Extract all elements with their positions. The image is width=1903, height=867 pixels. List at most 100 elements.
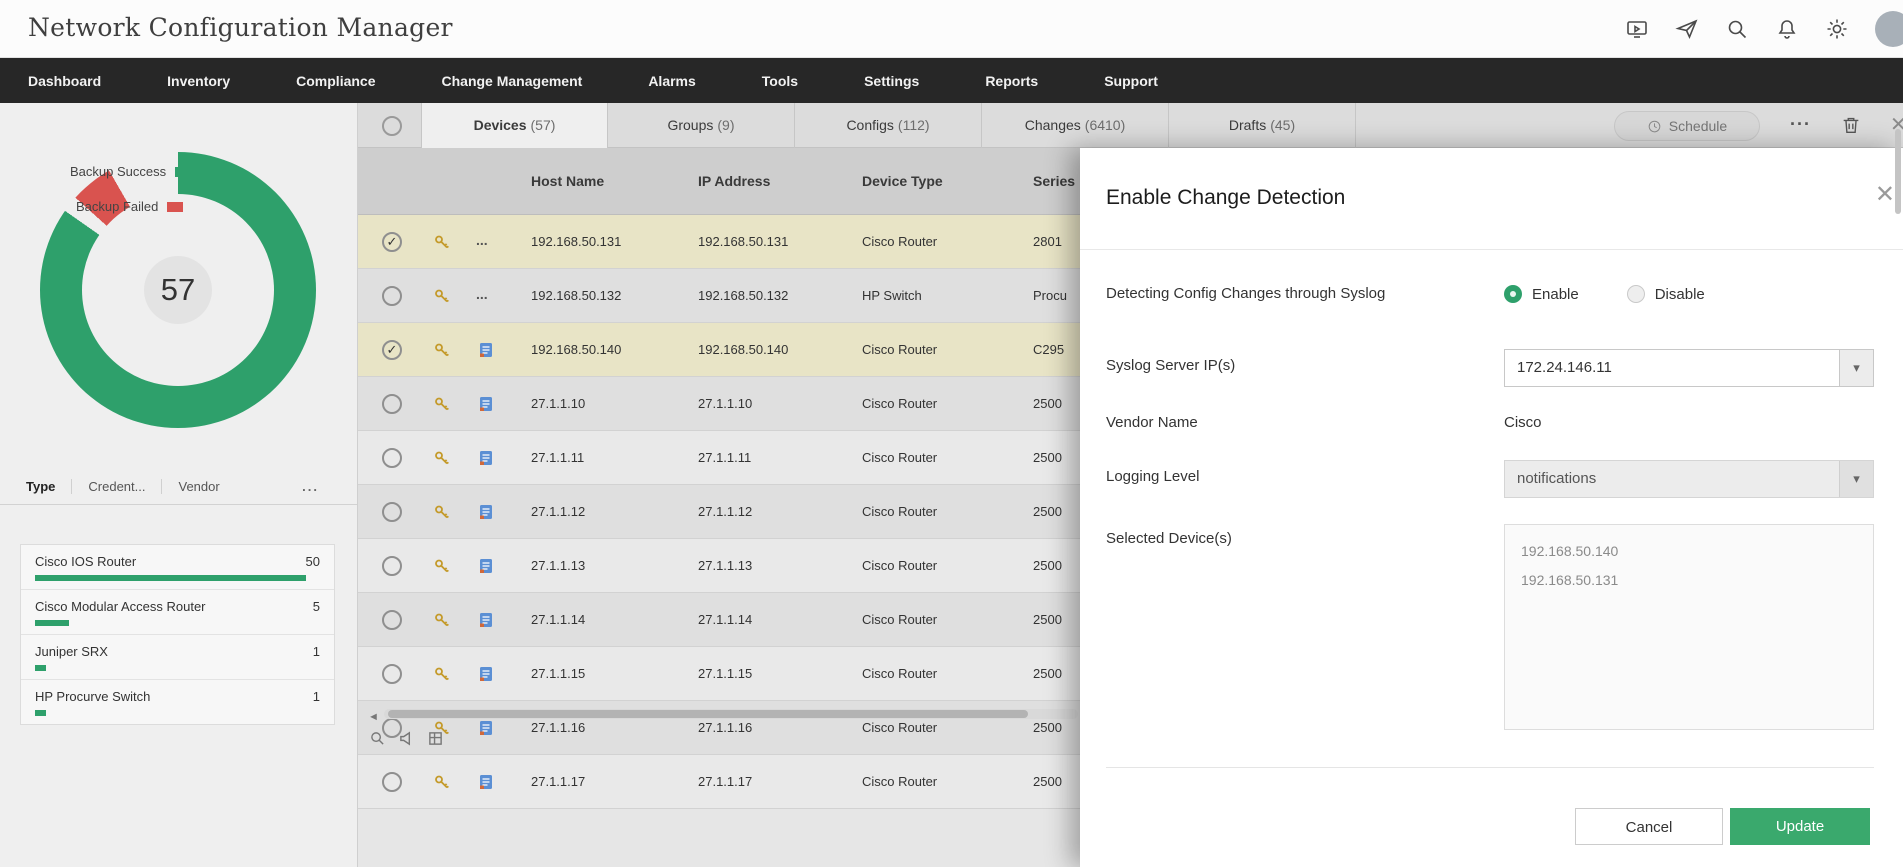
logging-level-value: notifications	[1517, 470, 1597, 487]
device-type-bar	[35, 710, 47, 716]
truncated-more-icon[interactable]: ...	[476, 269, 488, 319]
tab-configs[interactable]: Configs (112)	[795, 103, 982, 148]
tab-changes[interactable]: Changes (6410)	[982, 103, 1169, 148]
device-type-bar	[35, 665, 47, 671]
row-checkbox[interactable]	[382, 664, 402, 684]
truncated-more-icon[interactable]: ...	[476, 215, 488, 265]
send-icon[interactable]	[1675, 17, 1699, 41]
config-doc-icon	[478, 666, 494, 682]
cell-ip-address: 27.1.1.15	[698, 666, 753, 681]
nav-item-tools[interactable]: Tools	[762, 73, 831, 89]
cell-host-name: 192.168.50.132	[531, 288, 622, 303]
cell-host-name: 27.1.1.17	[531, 774, 586, 789]
row-checkbox[interactable]	[382, 448, 402, 468]
top-header: Network Configuration Manager	[0, 0, 1903, 58]
disable-radio-label[interactable]: Disable	[1655, 286, 1705, 303]
tab-drafts[interactable]: Drafts (45)	[1169, 103, 1356, 148]
search-icon[interactable]	[1725, 17, 1749, 41]
toolbar-more-icon[interactable]: ...	[1790, 109, 1811, 130]
cell-ip-address: 192.168.50.131	[698, 234, 789, 249]
nav-item-change-management[interactable]: Change Management	[442, 73, 616, 89]
sidebar-tab-type[interactable]: Type	[26, 479, 73, 494]
list-item[interactable]: Cisco IOS Router 50	[21, 545, 334, 590]
nav-item-dashboard[interactable]: Dashboard	[28, 73, 134, 89]
zoom-icon[interactable]	[370, 731, 385, 746]
update-button[interactable]: Update	[1730, 808, 1870, 845]
logging-level-label: Logging Level	[1106, 468, 1200, 485]
row-checkbox[interactable]	[382, 772, 402, 792]
nav-item-support[interactable]: Support	[1104, 73, 1191, 89]
close-icon[interactable]: ✕	[1875, 180, 1895, 209]
cell-ip-address: 27.1.1.12	[698, 504, 753, 519]
horizontal-scrollbar[interactable]	[384, 709, 1078, 719]
tab-devices[interactable]: Devices (57)	[421, 103, 608, 148]
sidebar-tab-credential[interactable]: Credent...	[72, 479, 163, 494]
cell-series: 2500	[1033, 450, 1062, 465]
list-item[interactable]: Cisco Modular Access Router 5	[21, 590, 334, 635]
chevron-down-icon[interactable]: ▾	[1839, 350, 1873, 386]
column-device-type[interactable]: Device Type	[862, 148, 943, 215]
cell-series: C295	[1033, 342, 1065, 357]
enable-change-detection-panel: Enable Change Detection ✕ Detecting Conf…	[1080, 148, 1903, 867]
schedule-button[interactable]: Schedule	[1614, 111, 1760, 141]
gear-icon[interactable]	[1825, 17, 1849, 41]
list-item[interactable]: Juniper SRX 1	[21, 635, 334, 680]
horizontal-scrollbar-thumb[interactable]	[388, 710, 1028, 718]
scroll-left-arrow-icon[interactable]: ◄	[368, 711, 379, 723]
nav-item-compliance[interactable]: Compliance	[296, 73, 408, 89]
sidebar-tabs-more-icon[interactable]: ...	[302, 479, 319, 494]
nav-item-alarms[interactable]: Alarms	[648, 73, 728, 89]
column-host-name[interactable]: Host Name	[531, 148, 604, 215]
device-type-count: 1	[312, 689, 320, 704]
nav-item-settings[interactable]: Settings	[864, 73, 952, 89]
cell-device-type: Cisco Router	[862, 666, 938, 681]
announce-icon[interactable]	[399, 731, 414, 746]
sidebar-tab-vendor[interactable]: Vendor	[162, 479, 235, 494]
cell-host-name: 27.1.1.11	[531, 450, 585, 465]
success-swatch-icon	[175, 166, 192, 177]
credential-key-icon	[434, 666, 450, 682]
row-checkbox[interactable]	[382, 232, 402, 252]
cell-device-type: Cisco Router	[862, 342, 938, 357]
enable-radio[interactable]	[1504, 285, 1522, 303]
main-nav: Dashboard Inventory Compliance Change Ma…	[0, 58, 1903, 103]
config-doc-icon	[478, 504, 494, 520]
config-doc-icon	[478, 450, 494, 466]
grid-icon[interactable]	[428, 731, 443, 746]
row-checkbox[interactable]	[382, 502, 402, 522]
bell-icon[interactable]	[1775, 17, 1799, 41]
list-item[interactable]: HP Procurve Switch 1	[21, 680, 334, 724]
row-checkbox[interactable]	[382, 340, 402, 360]
tab-groups[interactable]: Groups (9)	[608, 103, 795, 148]
select-all-checkbox[interactable]	[382, 116, 402, 136]
nav-item-reports[interactable]: Reports	[985, 73, 1071, 89]
column-ip-address[interactable]: IP Address	[698, 148, 770, 215]
logging-level-select[interactable]: notifications ▾	[1504, 460, 1874, 498]
user-avatar[interactable]	[1875, 11, 1903, 47]
row-checkbox[interactable]	[382, 286, 402, 306]
syslog-server-select[interactable]: 172.24.146.11 ▾	[1504, 349, 1874, 387]
cancel-button[interactable]: Cancel	[1575, 808, 1723, 845]
cell-series: 2500	[1033, 666, 1062, 681]
panel-divider	[1080, 249, 1903, 250]
cell-device-type: Cisco Router	[862, 234, 938, 249]
device-type-list: Cisco IOS Router 50 Cisco Modular Access…	[20, 544, 335, 725]
vertical-scrollbar-thumb[interactable]	[1895, 129, 1901, 214]
trash-icon[interactable]	[1840, 114, 1862, 136]
syslog-toggle-label: Detecting Config Changes through Syslog	[1106, 285, 1386, 302]
chevron-down-icon[interactable]: ▾	[1839, 461, 1873, 497]
backup-status-donut-chart[interactable]: 57	[40, 152, 316, 428]
row-checkbox[interactable]	[382, 610, 402, 630]
vendor-name-value: Cisco	[1504, 414, 1542, 431]
device-type-count: 50	[305, 554, 320, 569]
config-doc-icon	[478, 720, 494, 736]
display-icon[interactable]	[1625, 17, 1649, 41]
row-checkbox[interactable]	[382, 556, 402, 576]
column-series[interactable]: Series	[1033, 148, 1075, 215]
nav-item-inventory[interactable]: Inventory	[167, 73, 263, 89]
sidebar-filter-tabs: Type Credent... Vendor ...	[0, 469, 357, 505]
legend-backup-success: Backup Success	[70, 164, 192, 179]
row-checkbox[interactable]	[382, 394, 402, 414]
disable-radio[interactable]	[1626, 285, 1645, 303]
enable-radio-label[interactable]: Enable	[1532, 286, 1579, 303]
